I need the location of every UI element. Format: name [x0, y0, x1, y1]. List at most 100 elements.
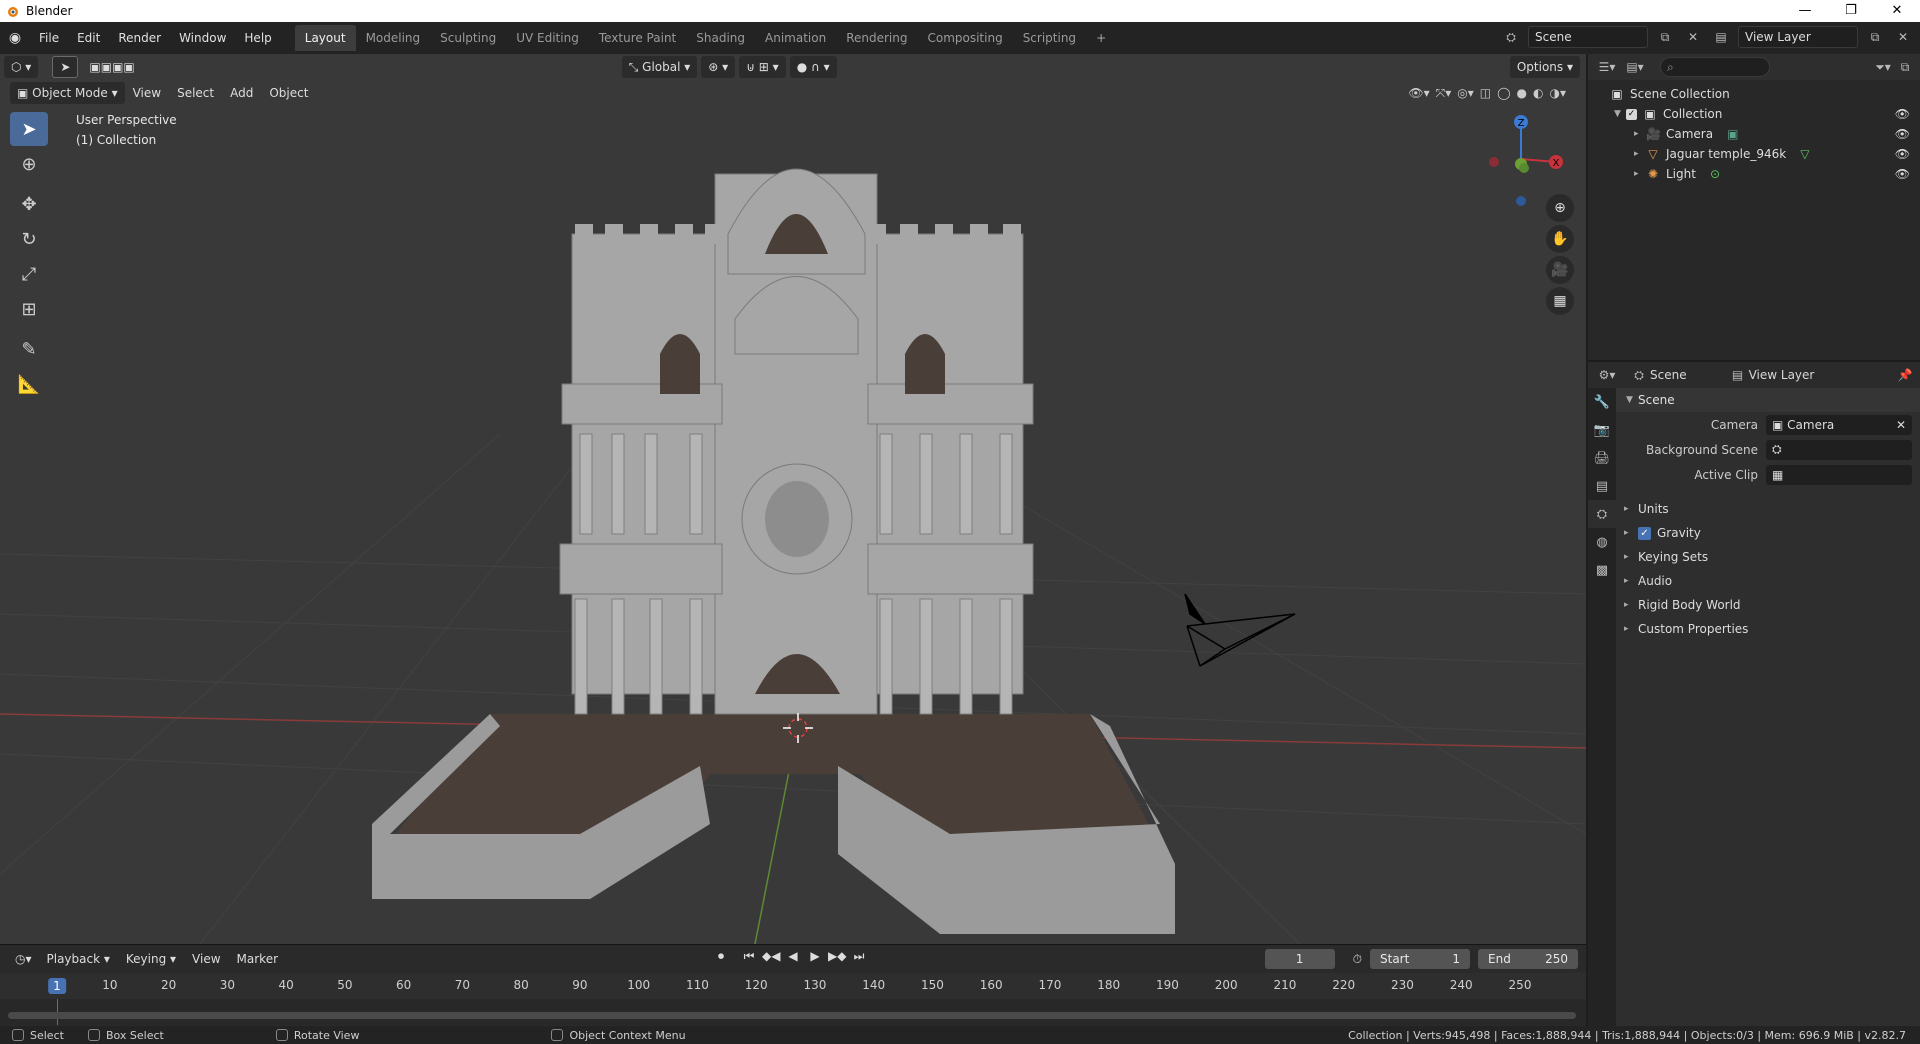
scene-panel-header[interactable]: ▼ Scene [1616, 388, 1920, 412]
rigid-body-world-panel[interactable]: ▸ Rigid Body World [1616, 593, 1920, 617]
ortho-grid-icon[interactable]: ▦ [1546, 287, 1574, 315]
add-workspace-icon[interactable]: + [1086, 25, 1116, 51]
proportional-editing-icon[interactable]: ● ∩ ▾ [789, 56, 837, 78]
new-collection-icon[interactable]: ⧉ [1894, 56, 1916, 78]
tab-layout[interactable]: Layout [294, 25, 356, 51]
menu-edit[interactable]: Edit [68, 23, 109, 53]
pan-hand-icon[interactable]: ✋ [1546, 225, 1574, 253]
pivot-icon[interactable]: ⊛ ▾ [701, 56, 736, 78]
jump-start-icon[interactable]: ⏮ [740, 949, 758, 964]
tab-modeling[interactable]: Modeling [356, 25, 431, 51]
audio-panel[interactable]: ▸ Audio [1616, 569, 1920, 593]
tab-sculpting[interactable]: Sculpting [430, 25, 506, 51]
mesh-data-icon[interactable]: ▽ [1800, 147, 1809, 161]
new-scene-icon[interactable]: ⧉ [1654, 26, 1676, 48]
mode-dropdown[interactable]: ▣ Object Mode ▾ [10, 82, 125, 104]
jaguar-visibility-icon[interactable]: 👁 [1895, 147, 1910, 161]
outliner-item-jaguar-temple[interactable]: ▸ ▽ Jaguar temple_946k ▽ 👁 [1588, 144, 1920, 164]
scene-collection-row[interactable]: ▣ Scene Collection [1588, 84, 1920, 104]
texture-properties-icon[interactable]: ▩ [1588, 556, 1616, 584]
scene-properties-icon[interactable]: ⛭ [1588, 500, 1616, 528]
menu-file[interactable]: File [30, 23, 68, 53]
playback-menu[interactable]: Playback ▾ [39, 952, 118, 966]
scene-canvas[interactable] [0, 54, 1586, 944]
select-box-tool-icon[interactable]: ➤ [10, 112, 48, 146]
properties-editor-icon[interactable]: ⚙▾ [1596, 364, 1618, 386]
menu-window[interactable]: Window [170, 23, 235, 53]
material-shading-icon[interactable]: ◐ [1533, 86, 1543, 101]
transform-tool-icon[interactable]: ⊞ [10, 292, 48, 326]
view-layer-properties-icon[interactable]: ▤ [1588, 472, 1616, 500]
tab-uv-editing[interactable]: UV Editing [506, 25, 589, 51]
clear-camera-icon[interactable]: ✕ [1896, 418, 1906, 432]
gravity-panel[interactable]: ▸ ✓ Gravity [1616, 521, 1920, 545]
editor-type-icon[interactable]: ⬡ ▾ [4, 56, 39, 78]
scale-tool-icon[interactable]: ⤢ [10, 257, 48, 291]
prev-keyframe-icon[interactable]: ◆◀ [762, 949, 780, 964]
render-properties-icon[interactable]: 📷 [1588, 416, 1616, 444]
camera-field[interactable]: ▣ Camera ✕ [1766, 414, 1912, 435]
tab-texture-paint[interactable]: Texture Paint [589, 25, 686, 51]
viewport-menu-view[interactable]: View [125, 86, 169, 100]
custom-properties-panel[interactable]: ▸ Custom Properties [1616, 617, 1920, 641]
xray-icon[interactable]: ◫ [1480, 86, 1491, 101]
overlay-toggle-icon[interactable]: ◎▾ [1457, 86, 1474, 101]
pin-icon[interactable]: 📌 [1894, 364, 1916, 386]
filter-icon[interactable]: ⏷▾ [1872, 56, 1894, 78]
start-frame-field[interactable]: Start 1 [1370, 949, 1470, 969]
delete-view-layer-icon[interactable]: ✕ [1892, 26, 1914, 48]
end-frame-field[interactable]: End 250 [1478, 949, 1578, 969]
maximize-button[interactable]: ❐ [1828, 0, 1874, 22]
visibility-icon[interactable]: 👁▾ [1408, 86, 1429, 101]
camera-visibility-icon[interactable]: 👁 [1895, 127, 1910, 141]
scene-field[interactable]: Scene [1528, 26, 1648, 48]
outliner-item-light[interactable]: ▸ ✺ Light ⊙ 👁 [1588, 164, 1920, 184]
outliner-item-camera[interactable]: ▸ 🎥 Camera ▣ 👁 [1588, 124, 1920, 144]
output-properties-icon[interactable]: 🖨 [1588, 444, 1616, 472]
active-clip-field[interactable]: ▦ [1766, 464, 1912, 485]
collection-row[interactable]: ▼ ✓ ▣ Collection 👁 [1588, 104, 1920, 124]
timeline-scrollbar[interactable] [8, 1012, 1576, 1019]
light-visibility-icon[interactable]: 👁 [1895, 167, 1910, 181]
annotate-tool-icon[interactable]: ✎ [10, 332, 48, 366]
box-select-modes-icon[interactable]: ▣▣▣▣ [82, 56, 141, 78]
collapse-icon[interactable]: ▼ [1614, 109, 1626, 119]
gravity-checkbox[interactable]: ✓ [1638, 526, 1651, 540]
move-tool-icon[interactable]: ✥ [10, 187, 48, 221]
tab-animation[interactable]: Animation [755, 25, 836, 51]
timeline-view-menu[interactable]: View [184, 952, 228, 966]
zoom-icon[interactable]: ⊕ [1546, 194, 1574, 222]
viewport-menu-add[interactable]: Add [222, 86, 261, 100]
play-icon[interactable]: ▶ [806, 949, 824, 964]
viewport-menu-object[interactable]: Object [261, 86, 316, 100]
wireframe-shading-icon[interactable]: ◯ [1497, 86, 1510, 101]
next-keyframe-icon[interactable]: ▶◆ [828, 949, 846, 964]
solid-shading-icon[interactable]: ● [1517, 86, 1527, 101]
tab-rendering[interactable]: Rendering [836, 25, 917, 51]
select-mode-icon[interactable]: ➤ [52, 56, 79, 78]
snap-icon[interactable]: ⊍ ⊞ ▾ [739, 56, 786, 78]
record-icon[interactable]: ⏺ [712, 949, 730, 964]
close-window-button[interactable]: ✕ [1874, 0, 1920, 22]
jump-end-icon[interactable]: ⏭ [850, 949, 868, 964]
options-dropdown[interactable]: Options ▾ [1509, 56, 1580, 78]
scene-selector-icon[interactable]: ⛭ [1500, 26, 1522, 48]
new-view-layer-icon[interactable]: ⧉ [1864, 26, 1886, 48]
expand-icon[interactable]: ▸ [1634, 169, 1646, 179]
keying-menu[interactable]: Keying ▾ [118, 952, 184, 966]
current-frame-field[interactable]: 1 [1264, 949, 1335, 969]
delete-scene-icon[interactable]: ✕ [1682, 26, 1704, 48]
display-mode-icon[interactable]: ▤▾ [1624, 56, 1646, 78]
light-data-icon[interactable]: ⊙ [1710, 167, 1720, 181]
tab-scripting[interactable]: Scripting [1013, 25, 1086, 51]
minimize-button[interactable]: — [1782, 0, 1828, 22]
world-properties-icon[interactable]: ◍ [1588, 528, 1616, 556]
timeline-editor-icon[interactable]: ◷▾ [8, 948, 39, 970]
viewport-menu-select[interactable]: Select [169, 86, 222, 100]
rotate-tool-icon[interactable]: ↻ [10, 222, 48, 256]
cursor-tool-icon[interactable]: ⊕ [10, 147, 48, 181]
tab-compositing[interactable]: Compositing [917, 25, 1012, 51]
expand-icon[interactable]: ▸ [1634, 149, 1646, 159]
keying-sets-panel[interactable]: ▸ Keying Sets [1616, 545, 1920, 569]
background-scene-field[interactable]: ⛭ [1766, 439, 1912, 460]
